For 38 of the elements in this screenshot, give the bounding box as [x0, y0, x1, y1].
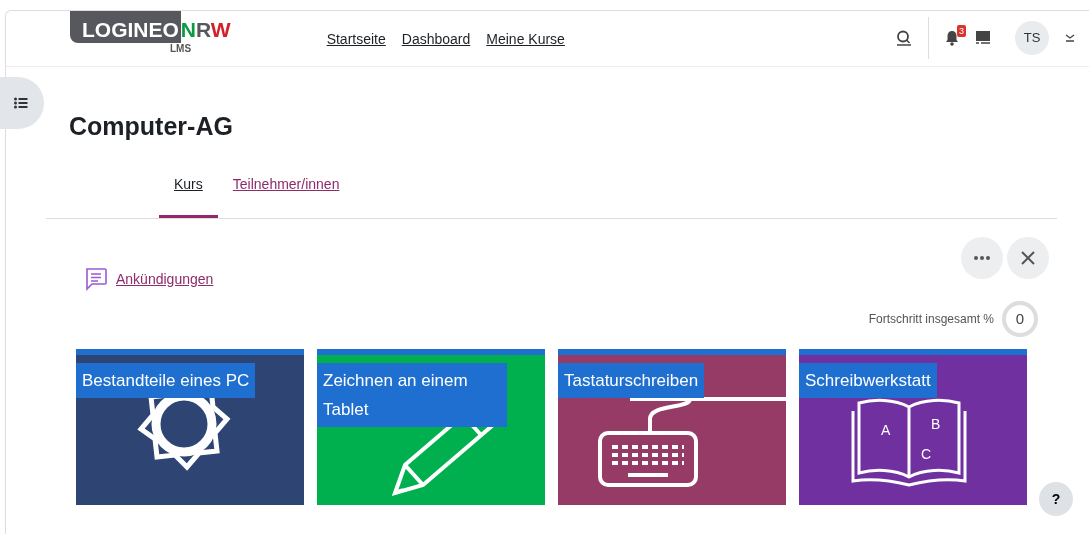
nav-link[interactable]: Dashboard [401, 29, 471, 50]
list-icon [14, 97, 28, 109]
logo-text: LOGINEO [70, 11, 181, 43]
logo-subtitle: LMS [170, 43, 193, 55]
course-tile[interactable]: Zeichnen an einem Tablet [317, 349, 545, 505]
more-icon [974, 256, 990, 260]
help-button[interactable]: ? [1039, 482, 1073, 516]
progress-label: Fortschritt insgesamt % [868, 311, 994, 328]
more-button[interactable] [961, 237, 1003, 279]
search-icon[interactable] [896, 30, 912, 46]
book-letter: B [931, 416, 941, 432]
course-tile[interactable]: Bestandteile eines PC [76, 349, 304, 505]
tab[interactable]: Teilnehmer/innen [217, 174, 355, 218]
chat-icon[interactable] [975, 30, 991, 46]
course-tile[interactable]: Tastaturschreiben [558, 349, 786, 505]
progress-ring: 0 [1002, 301, 1038, 337]
close-icon [1021, 251, 1035, 265]
course-title: Computer-AG [69, 111, 234, 141]
bell-icon[interactable] [945, 30, 959, 46]
logo-text: NRW [180, 17, 231, 43]
drawer-toggle[interactable] [0, 77, 44, 129]
caret-icon[interactable] [1065, 33, 1075, 43]
tile-title: Zeichnen an einem Tablet [317, 363, 507, 427]
announcements-link[interactable]: Ankündigungen [116, 268, 214, 290]
tile-title: Bestandteile eines PC [76, 363, 256, 398]
book-letter: C [921, 446, 932, 462]
nav-link[interactable]: Startseite [326, 29, 386, 50]
logo[interactable]: LOGINEONRW LMS [70, 11, 231, 55]
close-button[interactable] [1007, 237, 1049, 279]
forum-icon [84, 267, 108, 291]
nav-link[interactable]: Meine Kurse [486, 29, 565, 50]
notification-count: 3 [957, 25, 966, 37]
course-tile[interactable]: Schreibwerkstatt A B C [799, 349, 1027, 505]
tile-title: Schreibwerkstatt [799, 363, 937, 398]
tile-title: Tastaturschreiben [558, 363, 705, 398]
tab[interactable]: Kurs [159, 174, 218, 218]
book-letter: A [881, 422, 891, 438]
user-avatar[interactable]: TS [1015, 21, 1049, 55]
